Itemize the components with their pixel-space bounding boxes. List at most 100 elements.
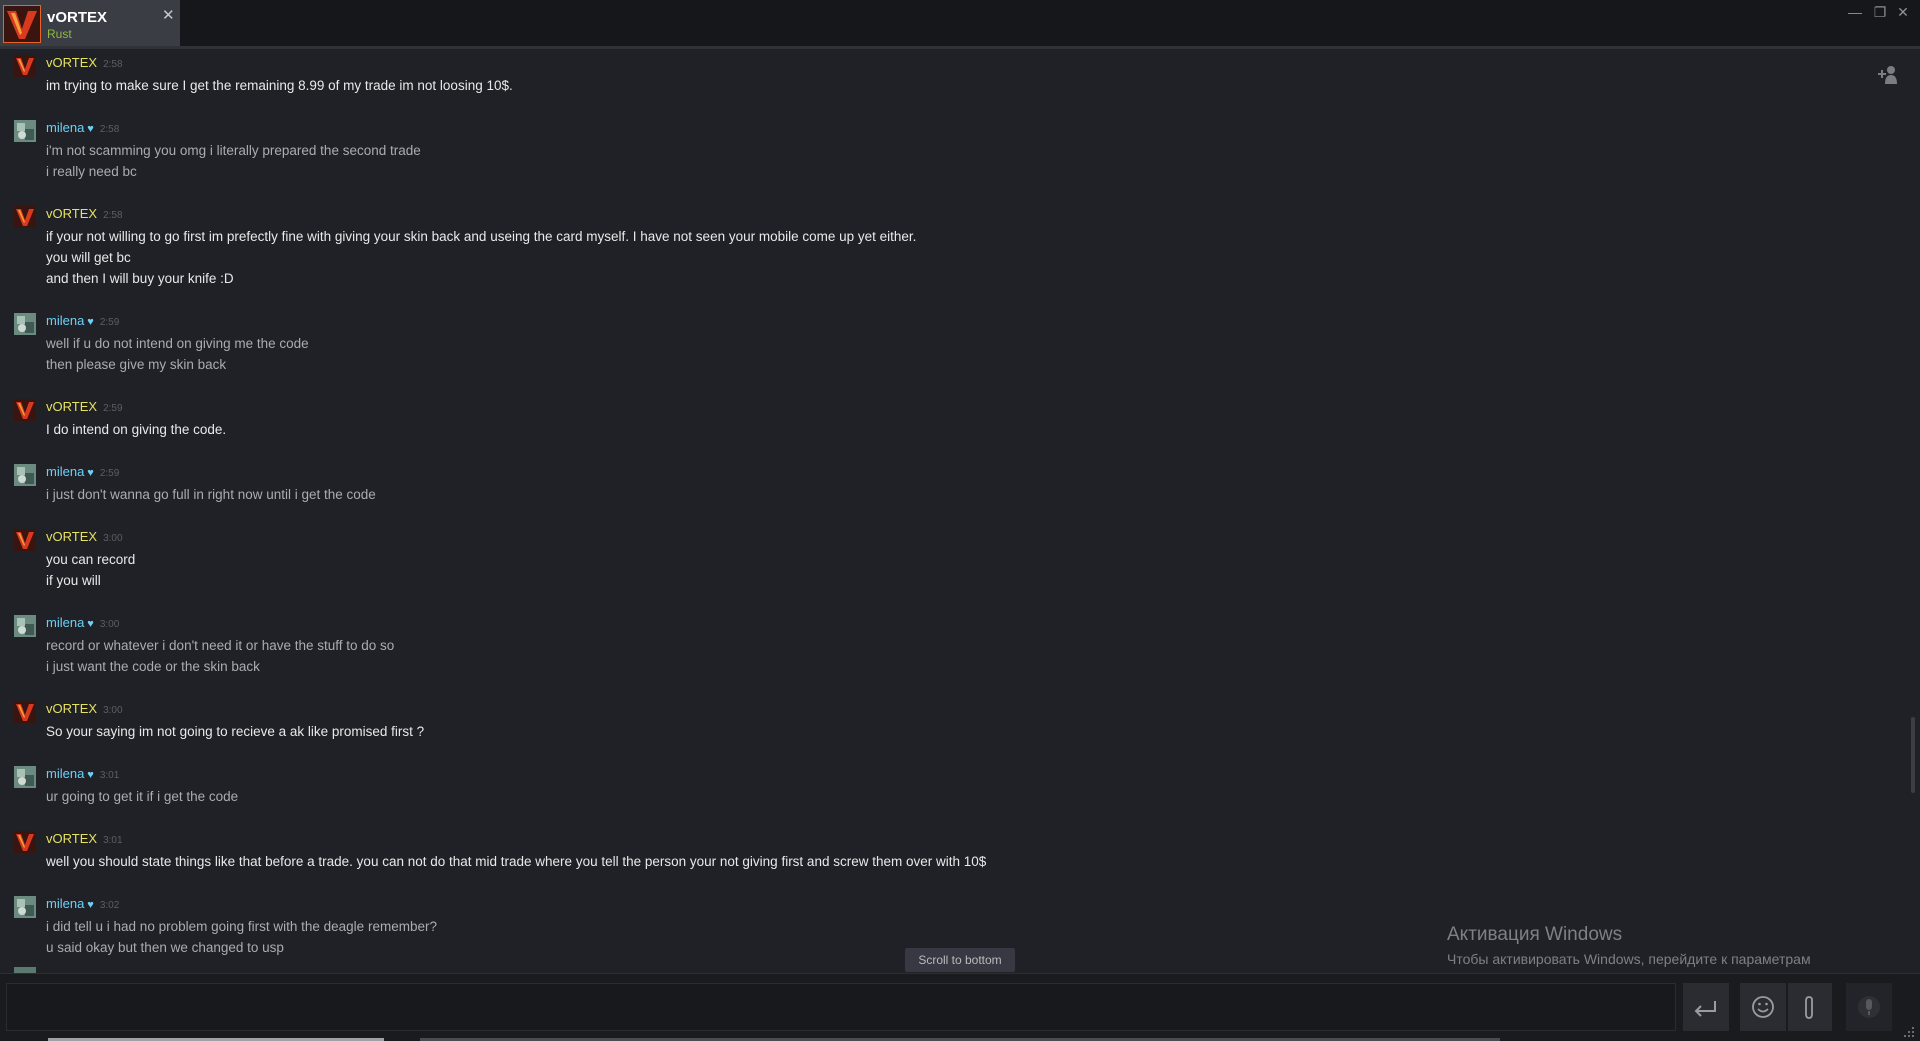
message-line: i really need bc	[46, 164, 137, 179]
message-timestamp: 2:58	[103, 59, 123, 70]
message-timestamp: 2:59	[99, 317, 120, 328]
message-timestamp: 3:00	[103, 705, 123, 716]
message-line: record or whatever i don't need it or ha…	[46, 638, 395, 653]
message-line: and then I will buy your knife :D	[46, 271, 234, 286]
vortex-avatar[interactable]	[14, 529, 36, 551]
message-line: then please give my skin back	[46, 357, 227, 372]
emoticon-button[interactable]	[1740, 983, 1786, 1031]
message-header: vORTEX 3:01	[46, 831, 123, 846]
message-timestamp: 2:58	[99, 124, 120, 135]
milena-avatar[interactable]	[14, 615, 36, 637]
heart-icon: ♥	[87, 123, 94, 135]
window-close-icon[interactable]: ✕	[1894, 4, 1912, 21]
heart-icon: ♥	[87, 467, 94, 479]
maximize-icon[interactable]: ❐	[1871, 4, 1889, 21]
vortex-avatar[interactable]	[14, 55, 36, 77]
message-line: well you should state things like that b…	[46, 854, 987, 869]
message-timestamp: 2:59	[103, 403, 123, 414]
message-timestamp: 3:01	[103, 835, 123, 846]
milena-avatar[interactable]	[14, 896, 36, 918]
heart-icon: ♥	[87, 899, 94, 911]
vortex-avatar[interactable]	[14, 206, 36, 228]
resize-grip-icon[interactable]	[1900, 1023, 1916, 1039]
message-body: i did tell u i had no problem going firs…	[46, 916, 437, 958]
scrollbar-thumb[interactable]	[1911, 717, 1915, 793]
milena-avatar[interactable]	[14, 464, 36, 486]
message-timestamp: 2:58	[103, 210, 123, 221]
message-body: I do intend on giving the code.	[46, 419, 226, 440]
sender-name[interactable]: milena	[46, 313, 84, 328]
vortex-avatar	[3, 5, 41, 43]
message-body: im trying to make sure I get the remaini…	[46, 75, 513, 96]
message-body: well you should state things like that b…	[46, 851, 986, 872]
message-line: im trying to make sure I get the remaini…	[46, 78, 513, 93]
message-line: u said okay but then we changed to usp	[46, 940, 284, 955]
message-body: ur going to get it if i get the code	[46, 786, 238, 807]
message-header: milena ♥ 3:00	[46, 615, 119, 630]
message-header: milena ♥ 2:58	[46, 120, 119, 135]
add-friend-icon[interactable]	[1876, 64, 1900, 86]
message-header: milena ♥ 2:59	[46, 313, 119, 328]
message-header: vORTEX 2:58	[46, 55, 123, 70]
message-line: if you will	[46, 573, 101, 588]
message-line: So your saying im not going to recieve a…	[46, 724, 425, 739]
attach-button[interactable]	[1788, 983, 1832, 1031]
message-body: well if u do not intend on giving me the…	[46, 333, 309, 375]
message-input-bar	[0, 973, 1920, 1041]
message-line: you will get bc	[46, 250, 131, 265]
message-timestamp: 3:01	[99, 770, 120, 781]
message-header: milena ♥ 3:02	[46, 896, 119, 911]
sender-name[interactable]: vORTEX	[46, 831, 97, 846]
heart-icon: ♥	[87, 316, 94, 328]
message-header: milena ♥ 2:59	[46, 464, 119, 479]
message-timestamp: 3:02	[99, 900, 120, 911]
vortex-avatar[interactable]	[14, 831, 36, 853]
message-input[interactable]	[6, 983, 1676, 1031]
message-timestamp: 2:59	[99, 468, 120, 479]
message-line: you can record	[46, 552, 136, 567]
sender-name[interactable]: milena	[46, 120, 84, 135]
message-line: i just don't wanna go full in right now …	[46, 487, 376, 502]
message-line: i did tell u i had no problem going firs…	[46, 919, 437, 934]
sender-name[interactable]: vORTEX	[46, 399, 97, 414]
message-body: i'm not scamming you omg i literally pre…	[46, 140, 421, 182]
milena-avatar[interactable]	[14, 120, 36, 142]
sender-name[interactable]: vORTEX	[46, 206, 97, 221]
sender-name[interactable]: milena	[46, 615, 84, 630]
message-line: i'm not scamming you omg i literally pre…	[46, 143, 421, 158]
sender-name[interactable]: milena	[46, 896, 84, 911]
message-line: i just want the code or the skin back	[46, 659, 260, 674]
paperclip-icon	[1805, 996, 1813, 1019]
send-button[interactable]	[1683, 983, 1729, 1031]
minimize-icon[interactable]: —	[1846, 4, 1864, 20]
message-body: So your saying im not going to recieve a…	[46, 721, 424, 742]
message-line: well if u do not intend on giving me the…	[46, 336, 309, 351]
heart-icon: ♥	[87, 618, 94, 630]
message-header: vORTEX 3:00	[46, 701, 123, 716]
send-icon	[1694, 1001, 1716, 1017]
chat-log[interactable]: vORTEX 2:58 im trying to make sure I get t…	[0, 49, 1910, 973]
vortex-avatar[interactable]	[14, 701, 36, 723]
message-line: if your not willing to go first im prefe…	[46, 229, 917, 244]
message-line: I do intend on giving the code.	[46, 422, 227, 437]
message-body: i just don't wanna go full in right now …	[46, 484, 376, 505]
tab-close-icon[interactable]: ✕	[162, 6, 175, 24]
voice-button[interactable]	[1846, 983, 1892, 1031]
chat-scrollbar[interactable]	[1910, 49, 1918, 973]
message-header: vORTEX 2:58	[46, 206, 123, 221]
sender-name[interactable]: vORTEX	[46, 529, 97, 544]
sender-name[interactable]: vORTEX	[46, 701, 97, 716]
message-timestamp: 3:00	[103, 533, 123, 544]
activation-title: Активация Windows	[1447, 924, 1623, 945]
scroll-to-bottom-button[interactable]: Scroll to bottom	[905, 948, 1015, 972]
vortex-avatar[interactable]	[14, 399, 36, 421]
message-body: record or whatever i don't need it or ha…	[46, 635, 394, 677]
microphone-icon	[1858, 996, 1880, 1018]
sender-name[interactable]: milena	[46, 464, 84, 479]
chat-tab-vortex[interactable]: vORTEX Rust ✕	[0, 0, 180, 48]
tab-contact-name: vORTEX	[47, 9, 108, 26]
sender-name[interactable]: vORTEX	[46, 55, 97, 70]
milena-avatar[interactable]	[14, 313, 36, 335]
milena-avatar[interactable]	[14, 766, 36, 788]
sender-name[interactable]: milena	[46, 766, 84, 781]
